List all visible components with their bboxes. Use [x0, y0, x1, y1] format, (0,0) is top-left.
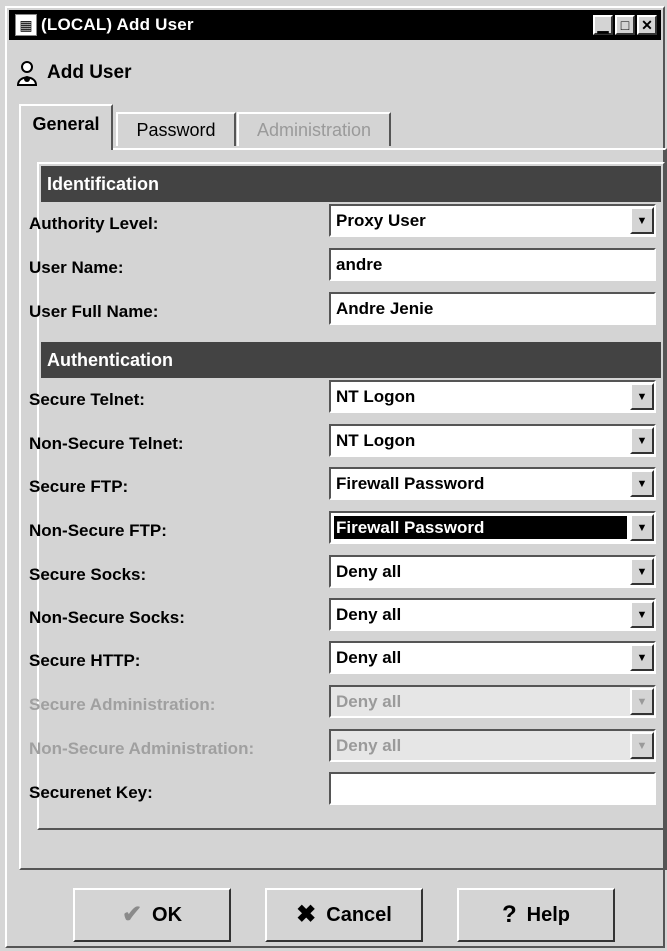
question-icon: ? [501, 901, 517, 928]
minimize-icon[interactable]: ▁ [593, 15, 613, 35]
authority-level-value: Proxy User [336, 210, 426, 230]
page-title: Add User [47, 62, 132, 83]
non-secure-socks-label: Non-Secure Socks: [29, 608, 185, 627]
dialog-header: Add User [15, 60, 131, 86]
chevron-down-icon[interactable]: ▼ [630, 601, 654, 628]
tab-general[interactable]: General [19, 104, 113, 150]
user-name-label: User Name: [29, 258, 124, 277]
secure-socks-label: Secure Socks: [29, 565, 147, 584]
secure-telnet-select[interactable]: NT Logon ▼ [329, 380, 656, 413]
user-name-input[interactable]: andre [329, 248, 656, 281]
chevron-down-icon: ▼ [630, 732, 654, 759]
non-secure-ftp-label: Non-Secure FTP: [29, 521, 167, 540]
secure-telnet-value: NT Logon [336, 386, 416, 406]
chevron-down-icon[interactable]: ▼ [630, 514, 654, 541]
add-user-window: ▦ (LOCAL) Add User ▁ □ ✕ Add User Genera… [5, 6, 667, 948]
non-secure-telnet-value: NT Logon [336, 430, 416, 450]
non-secure-administration-value: Deny all [336, 735, 402, 755]
secure-administration-select: Deny all ▼ [329, 685, 656, 718]
section-identification: Identification [41, 166, 661, 202]
window-title: (LOCAL) Add User [41, 15, 194, 34]
cancel-button[interactable]: ✖ Cancel [265, 888, 423, 942]
chevron-down-icon[interactable]: ▼ [630, 470, 654, 497]
chevron-down-icon[interactable]: ▼ [630, 558, 654, 585]
x-icon: ✖ [296, 901, 317, 928]
help-button[interactable]: ? Help [457, 888, 615, 942]
close-icon[interactable]: ✕ [637, 15, 657, 35]
secure-socks-value: Deny all [336, 561, 402, 581]
checkmark-icon: ✔ [121, 901, 143, 928]
user-full-name-value: Andre Jenie [336, 298, 434, 318]
non-secure-socks-select[interactable]: Deny all ▼ [329, 598, 656, 631]
non-secure-ftp-select[interactable]: Firewall Password ▼ [329, 511, 656, 544]
user-name-value: andre [336, 254, 383, 274]
authority-level-select[interactable]: Proxy User ▼ [329, 204, 656, 237]
secure-ftp-value: Firewall Password [336, 473, 485, 493]
ok-button[interactable]: ✔ OK [73, 888, 231, 942]
non-secure-administration-label: Non-Secure Administration: [29, 739, 255, 758]
window-controls: ▁ □ ✕ [591, 15, 657, 35]
chevron-down-icon[interactable]: ▼ [630, 644, 654, 671]
secure-ftp-label: Secure FTP: [29, 477, 129, 496]
chevron-down-icon[interactable]: ▼ [630, 383, 654, 410]
non-secure-socks-value: Deny all [336, 604, 402, 624]
non-secure-telnet-label: Non-Secure Telnet: [29, 434, 184, 453]
chevron-down-icon: ▼ [630, 688, 654, 715]
app-icon[interactable]: ▦ [15, 14, 37, 36]
section-authentication: Authentication [41, 342, 661, 378]
help-button-label: Help [526, 903, 570, 926]
tab-password[interactable]: Password [116, 112, 236, 146]
secure-telnet-label: Secure Telnet: [29, 390, 145, 409]
secure-administration-value: Deny all [336, 691, 402, 711]
secure-http-value: Deny all [336, 647, 402, 667]
tab-administration: Administration [237, 112, 391, 146]
authority-level-label: Authority Level: [29, 214, 159, 233]
secure-socks-select[interactable]: Deny all ▼ [329, 555, 656, 588]
secure-http-label: Secure HTTP: [29, 651, 141, 670]
user-full-name-input[interactable]: Andre Jenie [329, 292, 656, 325]
chevron-down-icon[interactable]: ▼ [630, 207, 654, 234]
title-bar[interactable]: ▦ (LOCAL) Add User ▁ □ ✕ [9, 10, 661, 40]
non-secure-ftp-value: Firewall Password [334, 516, 627, 539]
secure-administration-label: Secure Administration: [29, 695, 216, 714]
securenet-key-input[interactable] [329, 772, 656, 805]
non-secure-telnet-select[interactable]: NT Logon ▼ [329, 424, 656, 457]
user-icon [15, 60, 39, 86]
secure-http-select[interactable]: Deny all ▼ [329, 641, 656, 674]
ok-button-label: OK [152, 903, 183, 926]
user-full-name-label: User Full Name: [29, 302, 159, 321]
maximize-icon[interactable]: □ [615, 15, 635, 35]
cancel-button-label: Cancel [326, 903, 392, 926]
secure-ftp-select[interactable]: Firewall Password ▼ [329, 467, 656, 500]
chevron-down-icon[interactable]: ▼ [630, 427, 654, 454]
securenet-key-label: Securenet Key: [29, 783, 153, 802]
non-secure-administration-select: Deny all ▼ [329, 729, 656, 762]
